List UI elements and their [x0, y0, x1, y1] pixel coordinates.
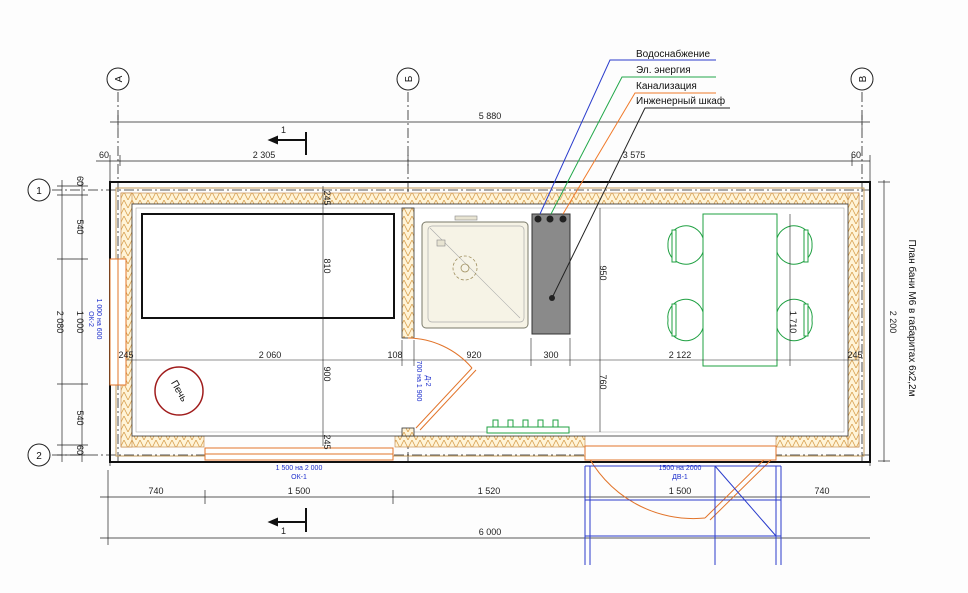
dim-bottom-1500-a: 1 500	[288, 486, 311, 496]
dim-left-540-top: 540	[75, 219, 85, 234]
dim-row-245-left: 245	[118, 350, 133, 360]
legend-water: Водоснабжение	[636, 48, 710, 60]
window-left-code: ОК-2	[87, 311, 94, 327]
dim-row-920: 920	[466, 350, 481, 360]
legend-sewer: Канализация	[636, 81, 697, 92]
dim-row-108: 108	[387, 350, 402, 360]
window-bottom	[204, 447, 394, 461]
dim-inner-900: 900	[322, 366, 332, 381]
axis-label-1: 1	[36, 186, 42, 197]
dim-left-540-bottom: 540	[75, 410, 85, 425]
dim-bottom-total: 6 000	[479, 527, 502, 537]
dim-bottom-1520: 1 520	[478, 486, 501, 496]
dim-bottom-740-right: 740	[814, 486, 829, 496]
cabinet-port-icon	[559, 215, 567, 223]
axis-label-2: 2	[36, 451, 42, 462]
dim-row-2060: 2 060	[259, 350, 282, 360]
axis-label-c: В	[858, 75, 869, 82]
dim-row-245-right: 245	[847, 350, 862, 360]
door-outer-size: 1500 на 2000	[659, 465, 702, 472]
floor-plan-drawing: А Б В 1 2 1 1 Печь Водоснабжение Эл. эне…	[0, 0, 968, 593]
dim-inner-245-top: 245	[322, 190, 332, 205]
dim-left-60-top: 60	[75, 176, 85, 186]
dim-left-60-bottom: 60	[75, 445, 85, 455]
cabinet-port-icon	[546, 215, 554, 223]
section-mark-bottom	[267, 508, 307, 532]
dim-top-left-offset: 60	[99, 150, 109, 160]
dim-row-2122: 2 122	[669, 350, 692, 360]
legend-cabinet: Инженерный шкаф	[636, 95, 725, 107]
legend-electric: Эл. энергия	[636, 65, 691, 76]
section-mark-top-label: 1	[281, 125, 286, 135]
dim-bottom-1500-b: 1 500	[669, 486, 692, 496]
door-inner-code: Д-2	[424, 376, 431, 387]
axis-label-b: Б	[404, 75, 415, 82]
dim-row-300: 300	[543, 350, 558, 360]
axis-label-a: А	[114, 75, 125, 82]
dim-top-b: 3 575	[623, 150, 646, 160]
dim-top-right-offset: 60	[851, 150, 861, 160]
dim-inner-245-bottom: 245	[322, 434, 332, 449]
dim-inner-810: 810	[322, 258, 332, 273]
dim-inner-1710: 1 710	[788, 311, 798, 334]
plan-title: План бани М6 в габаритах 6х2,2м	[906, 240, 918, 397]
dim-left-1000: 1 000	[75, 311, 85, 334]
door-outer	[584, 445, 777, 521]
dim-bottom-740-left: 740	[148, 486, 163, 496]
dim-left-total: 2 080	[55, 311, 65, 334]
window-left	[109, 258, 127, 386]
shower-tray	[421, 215, 529, 329]
dim-inner-760: 760	[598, 374, 608, 389]
floor-plan-svg: А Б В 1 2 1 1 Печь Водоснабжение Эл. эне…	[27, 48, 918, 565]
dim-inner-950: 950	[598, 265, 608, 280]
window-bottom-size: 1 500 на 2 000	[276, 465, 323, 472]
section-mark-bottom-label: 1	[281, 526, 286, 536]
window-left-size: 1 000 на 600	[95, 299, 102, 340]
dim-top-total: 5 880	[479, 111, 502, 121]
dim-right-total: 2 200	[888, 311, 898, 334]
door-outer-code: ДВ-1	[672, 474, 688, 481]
cabinet-port-icon	[534, 215, 542, 223]
dim-top-a: 2 305	[253, 150, 276, 160]
section-mark-top	[267, 132, 307, 155]
door-inner-size: 700 на 1 900	[415, 361, 422, 402]
window-bottom-code: ОК-1	[291, 474, 307, 481]
sauna-bench	[141, 213, 395, 319]
